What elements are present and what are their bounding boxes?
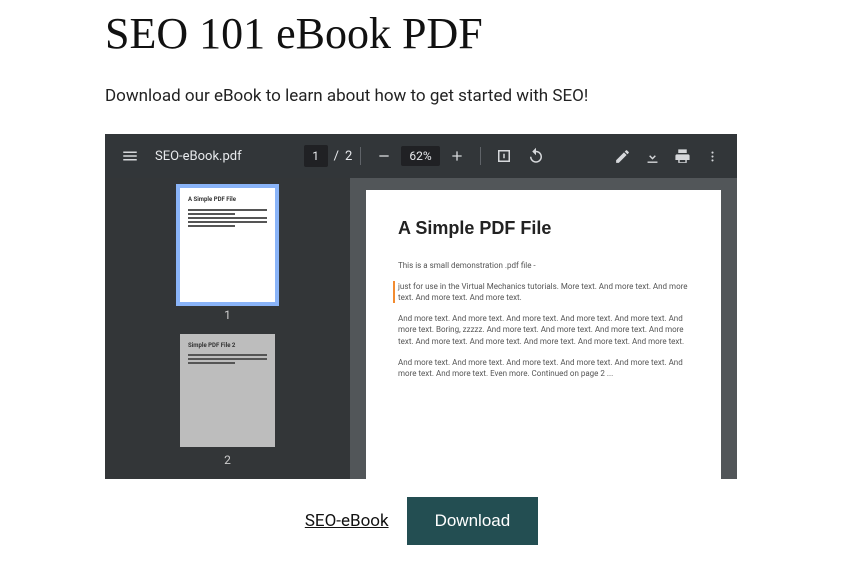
file-link[interactable]: SEO-eBook <box>305 511 389 531</box>
zoom-in-icon[interactable] <box>442 141 472 171</box>
pdf-body: A Simple PDF File 1 Simple PDF File 2 2 <box>105 178 737 479</box>
download-row: SEO-eBook Download <box>105 497 738 545</box>
page-title: SEO 101 eBook PDF <box>105 10 738 58</box>
pdf-toolbar: SEO-eBook.pdf 1 / 2 62% <box>105 134 737 178</box>
download-icon[interactable] <box>637 141 667 171</box>
fit-page-icon[interactable] <box>489 141 519 171</box>
page-subtitle: Download our eBook to learn about how to… <box>105 86 738 106</box>
pdf-main-canvas[interactable]: A Simple PDF File This is a small demons… <box>350 178 737 479</box>
pdf-filename: SEO-eBook.pdf <box>155 149 242 164</box>
pdf-paragraph: And more text. And more text. And more t… <box>398 357 689 379</box>
pdf-viewer: SEO-eBook.pdf 1 / 2 62% <box>105 134 737 479</box>
download-button[interactable]: Download <box>407 497 539 545</box>
zoom-level[interactable]: 62% <box>401 146 439 166</box>
edit-icon[interactable] <box>607 141 637 171</box>
current-page-input[interactable]: 1 <box>304 145 328 167</box>
page-separator: / <box>334 149 339 164</box>
zoom-out-icon[interactable] <box>369 141 399 171</box>
pdf-thumbnail-sidebar: A Simple PDF File 1 Simple PDF File 2 2 <box>105 178 350 479</box>
pdf-thumbnail-1[interactable]: A Simple PDF File <box>180 188 275 302</box>
rotate-icon[interactable] <box>521 141 551 171</box>
thumb-label-2: 2 <box>224 453 231 467</box>
pdf-paragraph: And more text. And more text. And more t… <box>398 313 689 347</box>
pdf-document-title: A Simple PDF File <box>398 216 689 241</box>
toolbar-divider <box>480 147 481 165</box>
total-pages: 2 <box>345 149 352 164</box>
page-indicator: 1 / 2 <box>304 145 353 167</box>
pdf-page-1: A Simple PDF File This is a small demons… <box>366 190 721 479</box>
toolbar-divider <box>360 147 361 165</box>
menu-icon[interactable] <box>115 141 145 171</box>
pdf-thumbnail-2[interactable]: Simple PDF File 2 <box>180 334 275 448</box>
thumb-label-1: 1 <box>224 308 231 322</box>
zoom-controls: 62% <box>369 141 471 171</box>
thumb-preview-title: Simple PDF File 2 <box>188 342 267 350</box>
print-icon[interactable] <box>667 141 697 171</box>
pdf-paragraph: This is a small demonstration .pdf file … <box>398 260 689 271</box>
pdf-paragraph: just for use in the Virtual Mechanics tu… <box>393 281 689 303</box>
thumb-preview-title: A Simple PDF File <box>188 196 267 204</box>
more-icon[interactable] <box>697 141 727 171</box>
